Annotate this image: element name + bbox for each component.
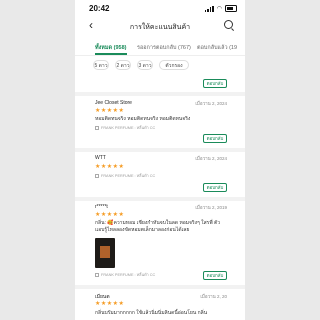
tab-replied[interactable]: ตอบกลับแล้ว (19 — [197, 44, 237, 52]
review-date: เมื่อวาน 2, 20 — [200, 294, 227, 299]
divider — [75, 148, 245, 152]
review-date: เมื่อวาน 2, 2024 — [195, 156, 227, 161]
battery-icon — [225, 5, 237, 12]
status-bar: 20:42 ◠ — [75, 0, 245, 16]
star-rating: ★★★★★ — [95, 301, 125, 307]
review-date: เมื่อวาน 2, 2019 — [195, 205, 227, 210]
filter-button[interactable]: ตัวกรอง — [159, 60, 189, 70]
variant-label: FRANK PERFUME : หลิ้นดำ CC — [101, 174, 156, 178]
review-tabs: ทั้งหมด (958) รออการตอบกลับ (767) ตอบกลั… — [75, 41, 245, 56]
tab-all[interactable]: ทั้งหมด (958) — [95, 44, 127, 52]
reply-button[interactable]: ตอบกลับ — [203, 79, 227, 88]
product-variant: FRANK PERFUME : หลิ้นดำ CC — [95, 272, 155, 278]
product-variant: FRANK PERFUME : หลิ้นดำ CC — [95, 173, 155, 179]
reply-button[interactable]: ตอบกลับ — [203, 183, 227, 192]
review-date: เมื่อวาน 2, 2024 — [195, 101, 227, 106]
divider — [75, 285, 245, 289]
signal-icon — [204, 5, 214, 12]
page-title: การให้คะแนนสินค้า — [129, 24, 191, 31]
divider — [75, 197, 245, 201]
variant-label: FRANK PERFUME : หลิ้นดำ CC — [101, 273, 156, 277]
star-rating: ★★★★★ — [95, 164, 125, 170]
status-time: 20:42 — [89, 4, 110, 13]
divider — [75, 92, 245, 96]
reviewer-name: Jee Closet Store — [95, 100, 132, 106]
reviewer-name: WTT — [95, 155, 106, 161]
search-icon[interactable] — [224, 20, 233, 29]
star-rating: ★★★★★ — [95, 108, 125, 114]
reply-button[interactable]: ตอบกลับ — [203, 134, 227, 143]
wifi-icon: ◠ — [216, 6, 222, 12]
nav-bar: ‹ การให้คะแนนสินค้า — [75, 17, 245, 35]
review-text: กลิ่นบรัมมากกกกก ใช้แล้วนิ่มนิ่มลินดนี้อ… — [95, 310, 208, 316]
reply-button[interactable]: ตอบกลับ — [203, 271, 227, 280]
review-text: หอมติดทนจริง หอมติดทนจริง หอมติดทนจริง — [95, 116, 191, 122]
product-icon — [95, 126, 99, 130]
status-icons: ◠ — [204, 5, 237, 12]
product-icon — [95, 273, 99, 277]
phone-screen: 20:42 ◠ ‹ การให้คะแนนสินค้า ทั้งหมด (958… — [75, 0, 245, 320]
filter-2-star[interactable]: 2 ดาว — [115, 60, 131, 70]
product-icon — [95, 174, 99, 178]
product-variant: FRANK PERFUME : หลิ้นดำ CC — [95, 125, 155, 131]
filter-3-star[interactable]: 3 ดาว — [137, 60, 153, 70]
review-text: กลิ่น: 🥰ความหอม เชียงกำหันจบในลด หอมจริง… — [95, 220, 221, 233]
reviewer-name: r*****t — [95, 204, 108, 210]
variant-label: FRANK PERFUME : หลิ้นดำ CC — [101, 126, 156, 130]
review-photo[interactable] — [95, 238, 115, 268]
tab-awaiting-reply[interactable]: รออการตอบกลับ (767) — [137, 44, 191, 52]
star-rating: ★★★★★ — [95, 212, 125, 218]
filter-5-star[interactable]: 5 ดาว — [93, 60, 109, 70]
active-tab-indicator — [95, 53, 127, 55]
